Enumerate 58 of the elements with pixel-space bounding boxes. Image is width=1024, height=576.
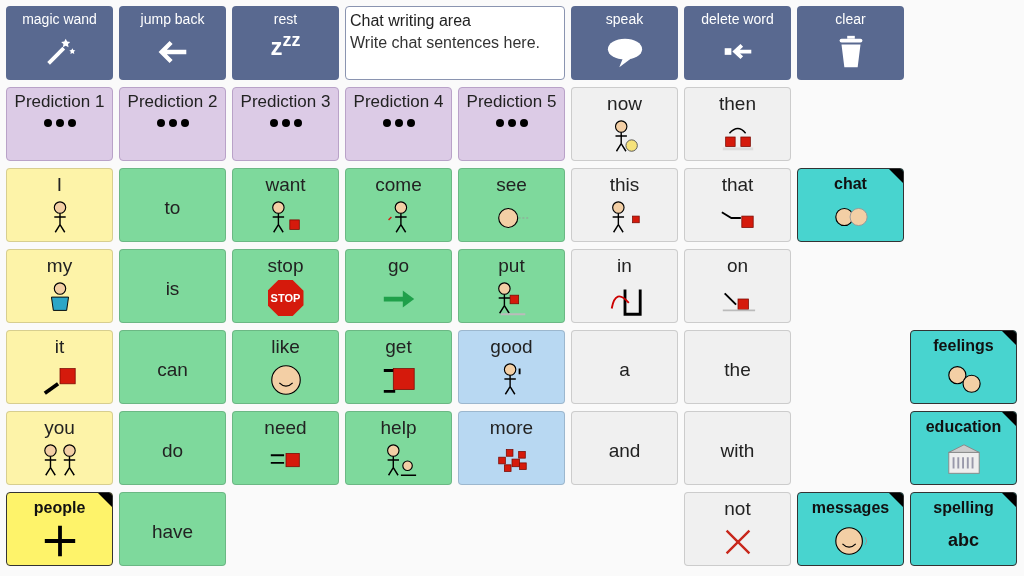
word-button[interactable]: to [119, 168, 226, 242]
word-button[interactable]: like [232, 330, 339, 404]
word-button[interactable]: you [6, 411, 113, 485]
word-button[interactable]: see [458, 168, 565, 242]
chat-input-field[interactable]: Write chat sentences here. [350, 32, 560, 79]
word-button[interactable]: in [571, 249, 678, 323]
word-button[interactable]: and [571, 411, 678, 485]
stop-sign: STOP [267, 280, 304, 316]
folder-button[interactable]: messages [797, 492, 904, 566]
word-button[interactable]: want [232, 168, 339, 242]
word-button[interactable]: stop STOP [232, 249, 339, 323]
action-button[interactable]: jump back [119, 6, 226, 80]
prediction-button[interactable]: Prediction 1 [6, 87, 113, 161]
word-button[interactable]: now [571, 87, 678, 161]
word-button[interactable]: good [458, 330, 565, 404]
prediction-button[interactable]: Prediction 3 [232, 87, 339, 161]
word-button[interactable]: go [345, 249, 452, 323]
word-button[interactable]: a [571, 330, 678, 404]
prediction-button[interactable]: Prediction 4 [345, 87, 452, 161]
ellipsis-icon [494, 118, 529, 128]
action-button[interactable]: clear [797, 6, 904, 80]
prediction-button[interactable]: Prediction 2 [119, 87, 226, 161]
letters-symbol: abc [948, 529, 979, 552]
word-button[interactable]: is [119, 249, 226, 323]
folder-button[interactable]: spelling abc [910, 492, 1017, 566]
word-button[interactable]: put [458, 249, 565, 323]
word-button[interactable]: have [119, 492, 226, 566]
folder-button[interactable]: people [6, 492, 113, 566]
word-button[interactable]: more [458, 411, 565, 485]
action-button[interactable]: delete word [684, 6, 791, 80]
folder-button[interactable]: chat [797, 168, 904, 242]
ellipsis-icon [268, 118, 303, 128]
word-button[interactable]: come [345, 168, 452, 242]
word-button[interactable]: can [119, 330, 226, 404]
word-button[interactable]: get [345, 330, 452, 404]
word-button[interactable]: then [684, 87, 791, 161]
action-button[interactable]: speak [571, 6, 678, 80]
action-button[interactable]: magic wand [6, 6, 113, 80]
ellipsis-icon [155, 118, 190, 128]
word-button[interactable]: I [6, 168, 113, 242]
area-title: Chat writing area [350, 11, 472, 31]
word-button[interactable]: that [684, 168, 791, 242]
word-button[interactable]: need [232, 411, 339, 485]
word-button[interactable]: not [684, 492, 791, 566]
folder-button[interactable]: education [910, 411, 1017, 485]
prediction-button[interactable]: Prediction 5 [458, 87, 565, 161]
word-button[interactable]: on [684, 249, 791, 323]
word-button[interactable]: do [119, 411, 226, 485]
word-button[interactable]: this [571, 168, 678, 242]
word-button[interactable]: it [6, 330, 113, 404]
ellipsis-icon [42, 118, 77, 128]
word-button[interactable]: with [684, 411, 791, 485]
ellipsis-icon [381, 118, 416, 128]
word-button[interactable]: my [6, 249, 113, 323]
folder-button[interactable]: feelings [910, 330, 1017, 404]
chat-writing-area[interactable]: Chat writing area Write chat sentences here. [345, 6, 565, 80]
word-button[interactable]: the [684, 330, 791, 404]
word-button[interactable]: help [345, 411, 452, 485]
